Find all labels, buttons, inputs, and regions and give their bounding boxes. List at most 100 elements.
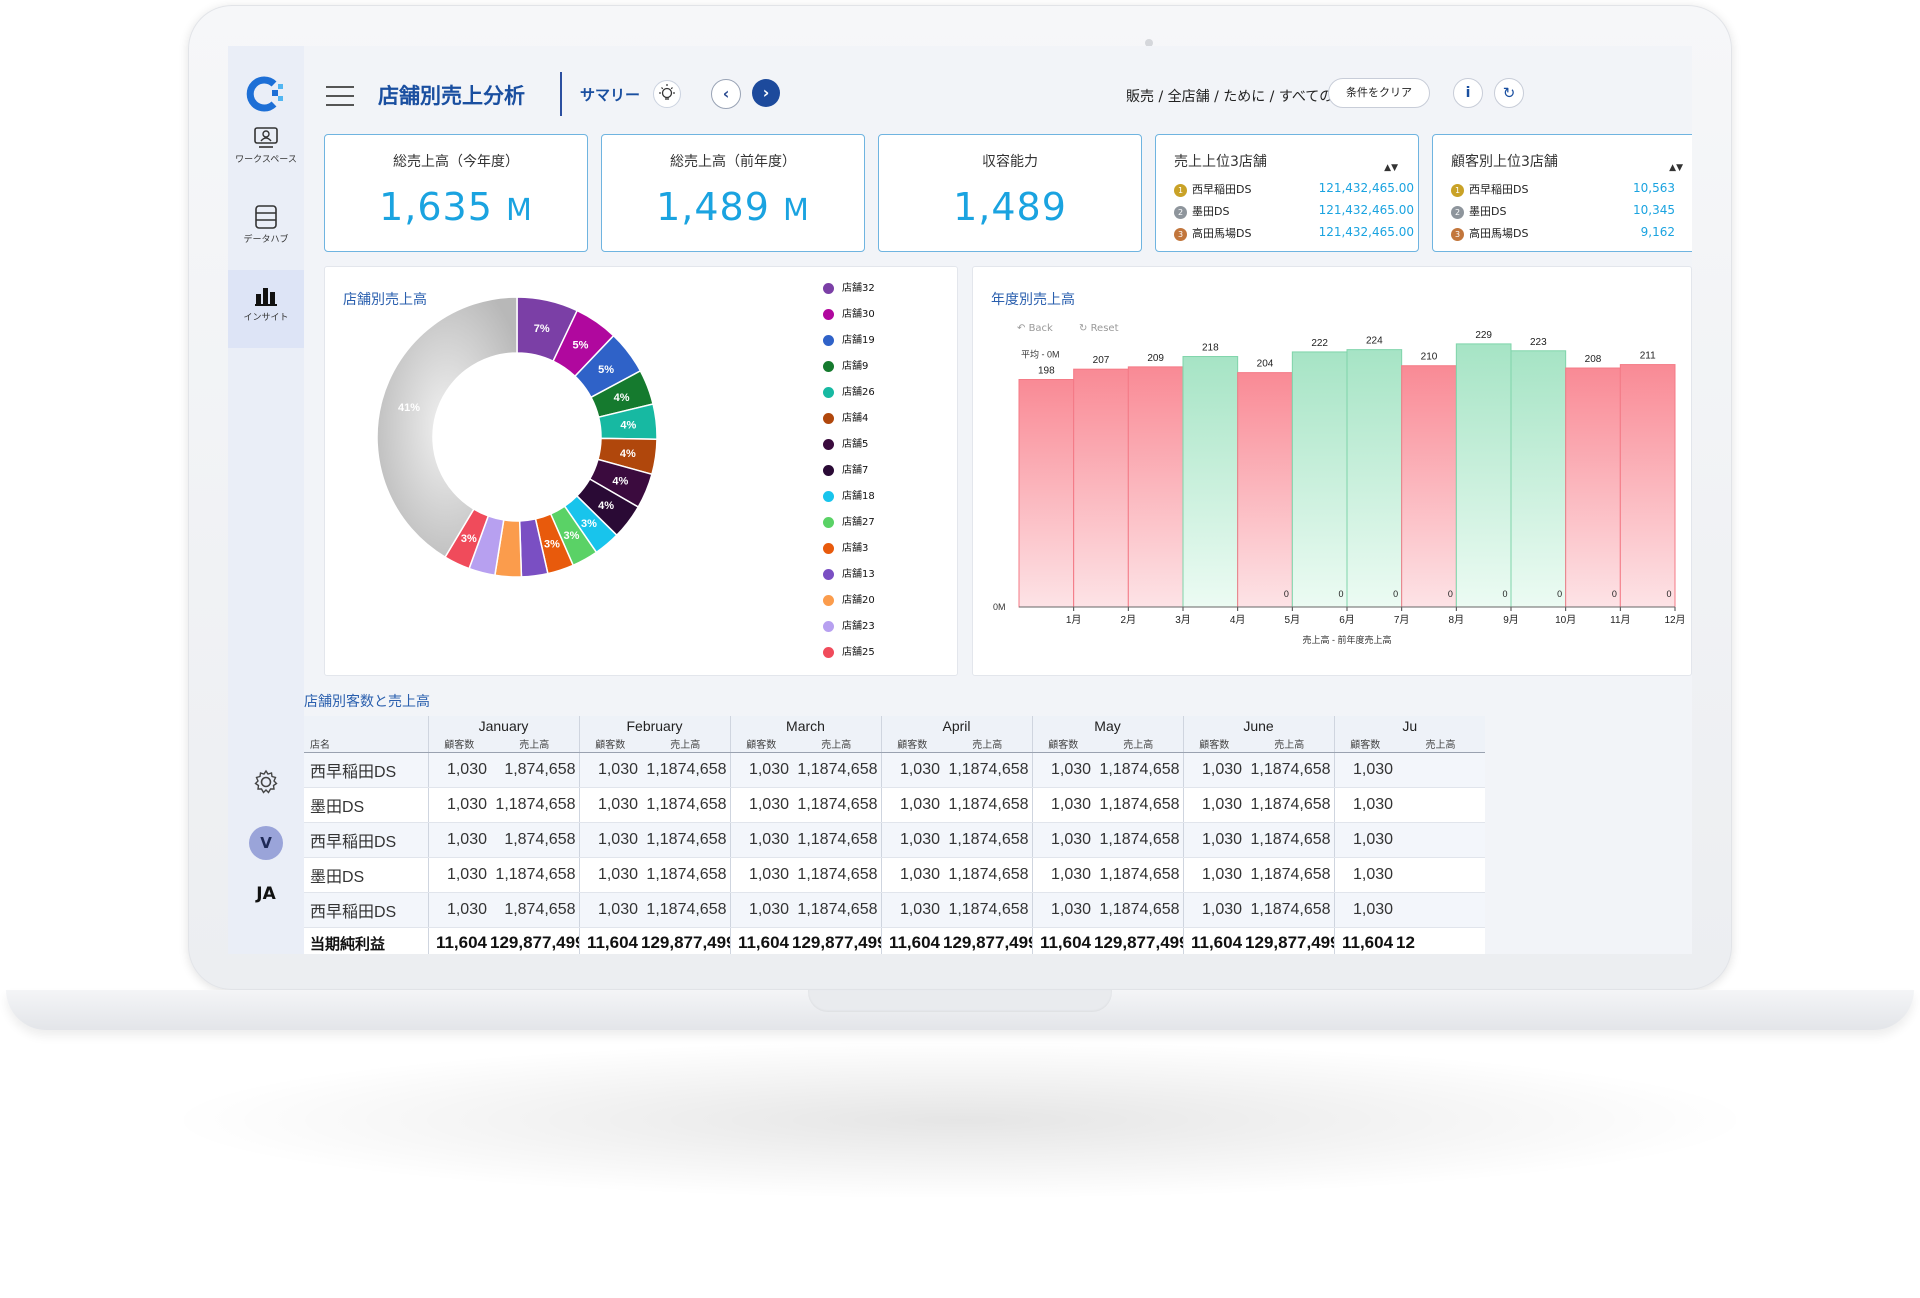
legend-item[interactable]: 店舗9 <box>823 357 868 372</box>
bar[interactable] <box>1182 356 1239 608</box>
legend-item[interactable]: 店舗23 <box>823 617 875 632</box>
bar[interactable] <box>1291 351 1348 608</box>
prev-year-label: 0 <box>1502 589 1507 599</box>
slice-label: 4% <box>614 392 630 404</box>
legend-label: 店舗23 <box>842 621 875 632</box>
bar-value-label: 222 <box>1311 338 1328 349</box>
table-cell: 1,030 <box>729 752 792 788</box>
sub-header[interactable]: 売上高 <box>943 734 1033 753</box>
sub-header[interactable]: 顧客数 <box>1031 734 1095 753</box>
lightbulb-icon <box>659 84 675 100</box>
sub-header[interactable]: 売上高 <box>1094 734 1184 753</box>
bar[interactable] <box>1565 367 1621 608</box>
table-cell: 1,1874,658 <box>943 787 1033 823</box>
prev-year-label: 0 <box>1393 589 1398 599</box>
top3-title: 顧客別上位3店舗 <box>1451 154 1558 170</box>
sort-icon[interactable]: ▲▼ <box>1384 163 1398 173</box>
top3-row: 1 西早稲田DS 121,432,465.00 <box>1174 181 1414 197</box>
sub-header[interactable]: 売上高 <box>792 734 881 753</box>
store-name-header[interactable]: 店名 <box>304 734 428 753</box>
user-avatar-button[interactable]: V <box>228 826 304 860</box>
table-cell: 1,030 <box>880 892 943 928</box>
top3-row: 3 高田馬場DS 9,162 <box>1451 225 1675 241</box>
slice-label: 4% <box>620 448 636 460</box>
store-name: 高田馬場DS <box>1469 227 1529 240</box>
bar[interactable] <box>1237 372 1293 608</box>
info-button[interactable]: i <box>1453 78 1483 108</box>
menu-button[interactable] <box>326 86 354 108</box>
sub-header[interactable]: 顧客数 <box>1182 734 1246 753</box>
sub-header[interactable]: 顧客数 <box>880 734 943 753</box>
settings-button[interactable] <box>228 768 304 800</box>
table-cell: 1,1874,658 <box>792 822 881 858</box>
legend-item[interactable]: 店舗19 <box>823 331 875 346</box>
month-header[interactable]: February <box>578 716 730 734</box>
legend-item[interactable]: 店舗5 <box>823 435 868 450</box>
sidebar-item-workspace[interactable]: ワークスペース <box>228 114 304 192</box>
table-cell: 1,030 <box>427 857 490 893</box>
legend-swatch <box>823 282 834 294</box>
legend-item[interactable]: 店舗7 <box>823 461 868 476</box>
table-cell: 1,1874,658 <box>792 787 881 823</box>
sub-header[interactable]: 売上高 <box>641 734 730 753</box>
legend-item[interactable]: 店舗32 <box>823 279 875 294</box>
bar[interactable] <box>1510 350 1567 608</box>
legend-item[interactable]: 店舗13 <box>823 565 875 580</box>
legend-item[interactable]: 店舗27 <box>823 513 875 528</box>
sub-header[interactable]: 売上高 <box>490 734 579 753</box>
data-table: January February March April May June Ju 店名 顧客数… <box>304 716 1486 954</box>
bar-value-label: 223 <box>1530 337 1547 348</box>
legend-item[interactable]: 店舗26 <box>823 383 875 398</box>
sub-header[interactable]: 顧客数 <box>1333 734 1397 753</box>
legend-item[interactable]: 店舗18 <box>823 487 875 502</box>
bar[interactable] <box>1346 349 1403 608</box>
refresh-button[interactable]: ↻ <box>1494 78 1524 108</box>
legend-item[interactable]: 店舗4 <box>823 409 868 424</box>
sort-icon[interactable]: ▲▼ <box>1669 163 1683 173</box>
sub-header[interactable]: 顧客数 <box>427 734 490 753</box>
table-cell: 1,030 <box>1031 892 1095 928</box>
table-row[interactable]: 西早稲田DS 1,030 1,874,658 1,030 1,1874,658 1,030… <box>304 822 1486 858</box>
sidebar-item-datahub[interactable]: データハブ <box>228 192 304 270</box>
bar[interactable] <box>1073 368 1129 608</box>
bar[interactable] <box>1018 379 1075 608</box>
table-row[interactable]: 墨田DS 1,030 1,1874,658 1,030 1,1874,658 1,030 1… <box>304 857 1486 893</box>
sub-header[interactable]: 顧客数 <box>578 734 641 753</box>
sub-header[interactable]: 顧客数 <box>729 734 792 753</box>
sub-header[interactable]: 売上高 <box>1245 734 1335 753</box>
store-value: 10,563 <box>1633 181 1675 195</box>
month-header[interactable]: January <box>427 716 579 734</box>
bar-chart-panel: 年度別売上高 ↶ Back ↻ Reset 0M 平均 - 0M 198 1月 207 2… <box>972 266 1692 676</box>
clear-filters-button[interactable]: 条件をクリア <box>1328 78 1430 108</box>
table-cell: 1,1874,658 <box>1094 752 1184 788</box>
legend-item[interactable]: 店舗3 <box>823 539 868 554</box>
month-header[interactable]: June <box>1182 716 1335 734</box>
bar[interactable] <box>1619 364 1676 608</box>
insight-bulb-button[interactable] <box>653 80 681 108</box>
next-button[interactable]: › <box>752 79 780 107</box>
legend-item[interactable]: 店舗30 <box>823 305 875 320</box>
month-header[interactable]: April <box>880 716 1033 734</box>
legend-swatch <box>823 308 834 320</box>
store-name-cell: 西早稲田DS <box>304 822 428 858</box>
language-button[interactable]: JA <box>228 884 304 904</box>
table-cell: 1,030 <box>578 892 641 928</box>
table-row[interactable]: 西早稲田DS 1,030 1,874,658 1,030 1,1874,658 1,030… <box>304 752 1486 788</box>
previous-button[interactable]: ‹ <box>711 79 741 109</box>
summary-tab[interactable]: サマリー <box>580 84 640 105</box>
table-cell: 1,1874,658 <box>1094 787 1184 823</box>
bronze-medal-icon: 3 <box>1174 227 1187 241</box>
legend-label: 店舗26 <box>842 387 875 398</box>
bar[interactable] <box>1455 343 1512 608</box>
sidebar-item-insight[interactable]: インサイト <box>228 270 304 348</box>
month-header[interactable]: March <box>729 716 881 734</box>
bar[interactable] <box>1401 365 1457 608</box>
month-header[interactable]: May <box>1031 716 1184 734</box>
legend-item[interactable]: 店舗25 <box>823 643 875 658</box>
bar[interactable] <box>1127 366 1184 608</box>
legend-item[interactable]: 店舗20 <box>823 591 875 606</box>
table-row[interactable]: 墨田DS 1,030 1,1874,658 1,030 1,1874,658 1,030 1… <box>304 787 1486 823</box>
sub-header[interactable]: 売上高 <box>1396 734 1486 753</box>
month-header[interactable]: Ju <box>1333 716 1486 734</box>
table-row[interactable]: 西早稲田DS 1,030 1,874,658 1,030 1,1874,658 1,030… <box>304 892 1486 928</box>
